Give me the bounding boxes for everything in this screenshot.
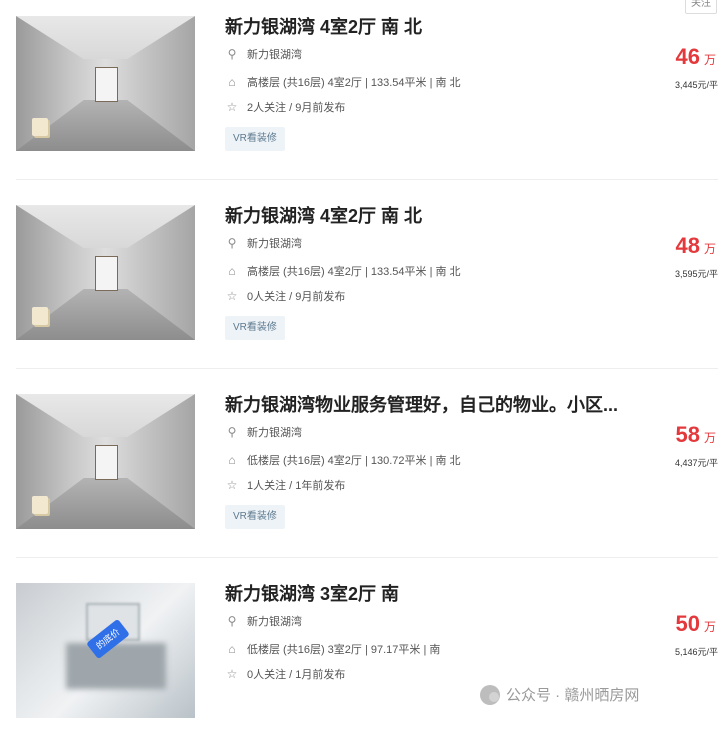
price-unit: 万 xyxy=(703,620,716,634)
listing-title[interactable]: 新力银湖湾 4室2厅 南 北 xyxy=(225,13,422,39)
house-icon: ⌂ xyxy=(228,453,236,467)
follow-info: 2人关注 / 9月前发布 xyxy=(247,102,346,114)
listing-card[interactable]: 新力银湖湾物业服务管理好，自己的物业。小区... ⚲ 新力银湖湾 ⌂ 低楼层 (… xyxy=(0,378,721,558)
house-info-row: ⌂ 高楼层 (共16层) 4室2厅 | 133.54平米 | 南 北 xyxy=(225,263,461,279)
location-pin-icon: ⚲ xyxy=(227,425,237,439)
house-icon: ⌂ xyxy=(228,642,236,656)
vr-tag: VR看装修 xyxy=(225,505,285,529)
listing-photo[interactable] xyxy=(16,394,195,529)
location-pin-icon: ⚲ xyxy=(227,236,237,250)
unit-price: 5,146元/平 xyxy=(674,647,718,657)
star-icon: ☆ xyxy=(226,667,238,681)
house-info-row: ⌂ 高楼层 (共16层) 4室2厅 | 133.54平米 | 南 北 xyxy=(225,74,461,90)
follow-info: 0人关注 / 9月前发布 xyxy=(247,291,346,303)
star-icon: ☆ xyxy=(226,289,238,303)
vr-cube-icon xyxy=(32,307,48,325)
star-icon: ☆ xyxy=(226,478,238,492)
price-value: 48 xyxy=(675,233,700,258)
wechat-icon xyxy=(480,684,500,705)
vr-cube-icon xyxy=(32,118,48,136)
house-icon: ⌂ xyxy=(228,75,236,89)
community-row: ⚲ 新力银湖湾 xyxy=(225,613,302,629)
listing-photo[interactable]: 的底价 xyxy=(16,583,195,718)
location-pin-icon: ⚲ xyxy=(227,47,237,61)
price-unit: 万 xyxy=(703,53,716,67)
vr-tag: VR看装修 xyxy=(225,127,285,151)
price-value: 50 xyxy=(675,611,700,636)
watermark: 公众号 · 赣州晒房网 xyxy=(480,684,639,705)
follow-button[interactable]: 关注 xyxy=(685,0,717,14)
star-icon: ☆ xyxy=(226,100,238,114)
price-unit: 万 xyxy=(703,431,716,445)
community-name[interactable]: 新力银湖湾 xyxy=(247,235,302,251)
follow-info: 0人关注 / 1月前发布 xyxy=(247,669,346,681)
follow-info-row: ☆ 0人关注 / 9月前发布 xyxy=(225,288,346,304)
price-unit: 万 xyxy=(703,242,716,256)
listing-title[interactable]: 新力银湖湾 4室2厅 南 北 xyxy=(225,202,422,228)
listing-photo[interactable] xyxy=(16,16,195,151)
listing-card[interactable]: 关注 新力银湖湾 4室2厅 南 北 ⚲ 新力银湖湾 ⌂ 高楼层 (共16层) 4… xyxy=(0,0,721,180)
divider xyxy=(16,179,718,180)
house-info: 低楼层 (共16层) 3室2厅 | 97.17平米 | 南 xyxy=(247,644,441,656)
follow-info: 1人关注 / 1年前发布 xyxy=(247,480,346,492)
unit-price: 3,595元/平 xyxy=(674,269,718,279)
total-price: 50 万 xyxy=(676,611,717,637)
follow-info-row: ☆ 2人关注 / 9月前发布 xyxy=(225,99,346,115)
house-info-row: ⌂ 低楼层 (共16层) 3室2厅 | 97.17平米 | 南 xyxy=(225,641,440,657)
unit-price: 3,445元/平 xyxy=(674,80,718,90)
house-info: 高楼层 (共16层) 4室2厅 | 133.54平米 | 南 北 xyxy=(247,266,461,278)
community-row: ⚲ 新力银湖湾 xyxy=(225,424,302,440)
vr-tag: VR看装修 xyxy=(225,316,285,340)
location-pin-icon: ⚲ xyxy=(227,614,237,628)
community-name[interactable]: 新力银湖湾 xyxy=(247,613,302,629)
unit-price: 4,437元/平 xyxy=(674,458,718,468)
price-value: 58 xyxy=(675,422,700,447)
community-row: ⚲ 新力银湖湾 xyxy=(225,235,302,251)
house-info-row: ⌂ 低楼层 (共16层) 4室2厅 | 130.72平米 | 南 北 xyxy=(225,452,461,468)
divider xyxy=(16,368,718,369)
watermark-text: 公众号 · 赣州晒房网 xyxy=(506,687,640,704)
total-price: 46 万 xyxy=(676,44,717,70)
house-info: 高楼层 (共16层) 4室2厅 | 133.54平米 | 南 北 xyxy=(247,77,461,89)
price-value: 46 xyxy=(675,44,700,69)
listing-title[interactable]: 新力银湖湾物业服务管理好，自己的物业。小区... xyxy=(225,391,618,417)
divider xyxy=(16,557,718,558)
listing-photo[interactable] xyxy=(16,205,195,340)
community-row: ⚲ 新力银湖湾 xyxy=(225,46,302,62)
follow-info-row: ☆ 1人关注 / 1年前发布 xyxy=(225,477,346,493)
listing-card[interactable]: 的底价 新力银湖湾 3室2厅 南 ⚲ 新力银湖湾 ⌂ 低楼层 (共16层) 3室… xyxy=(0,567,721,747)
total-price: 58 万 xyxy=(676,422,717,448)
listing-card[interactable]: 新力银湖湾 4室2厅 南 北 ⚲ 新力银湖湾 ⌂ 高楼层 (共16层) 4室2厅… xyxy=(0,189,721,369)
house-icon: ⌂ xyxy=(228,264,236,278)
vr-cube-icon xyxy=(32,496,48,514)
house-info: 低楼层 (共16层) 4室2厅 | 130.72平米 | 南 北 xyxy=(247,455,461,467)
listing-title[interactable]: 新力银湖湾 3室2厅 南 xyxy=(225,580,399,606)
follow-info-row: ☆ 0人关注 / 1月前发布 xyxy=(225,666,346,682)
community-name[interactable]: 新力银湖湾 xyxy=(247,424,302,440)
community-name[interactable]: 新力银湖湾 xyxy=(247,46,302,62)
total-price: 48 万 xyxy=(676,233,717,259)
